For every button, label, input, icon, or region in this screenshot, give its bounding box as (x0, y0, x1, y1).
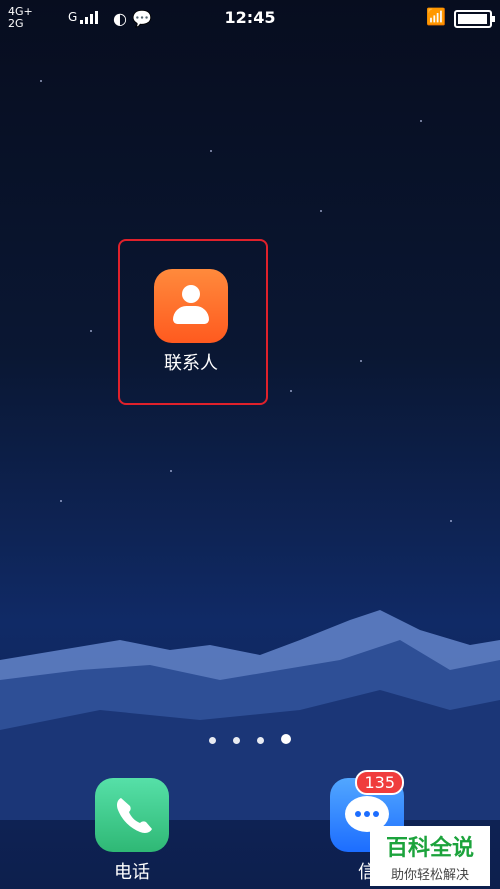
mountain-wallpaper (0, 610, 500, 820)
page-dot[interactable] (208, 737, 216, 744)
battery-icon (454, 10, 495, 28)
page-dot[interactable] (257, 737, 265, 744)
app-contacts-label: 联系人 (164, 353, 218, 374)
app-phone-label: 电话 (114, 862, 150, 883)
app-phone[interactable]: 电话 (77, 778, 187, 884)
clock: 12:45 (224, 8, 276, 27)
messages-badge: 135 (355, 770, 404, 795)
watermark: 百科全说 助你轻松解决 (370, 826, 490, 886)
page-dot-active[interactable] (281, 734, 292, 744)
page-dot[interactable] (232, 737, 240, 744)
watermark-title: 百科全说 (385, 836, 474, 861)
phone-icon[interactable] (95, 778, 169, 852)
page-indicator[interactable] (0, 729, 500, 748)
wifi-icon: 📶 (426, 7, 446, 26)
app-contacts[interactable]: 联系人 (136, 269, 246, 375)
status-bar: 4G+ 2G G ◐ 💬 12:45 📶 (0, 0, 500, 36)
contacts-icon[interactable] (154, 269, 228, 343)
watermark-subtitle: 助你轻松解决 (390, 868, 469, 883)
